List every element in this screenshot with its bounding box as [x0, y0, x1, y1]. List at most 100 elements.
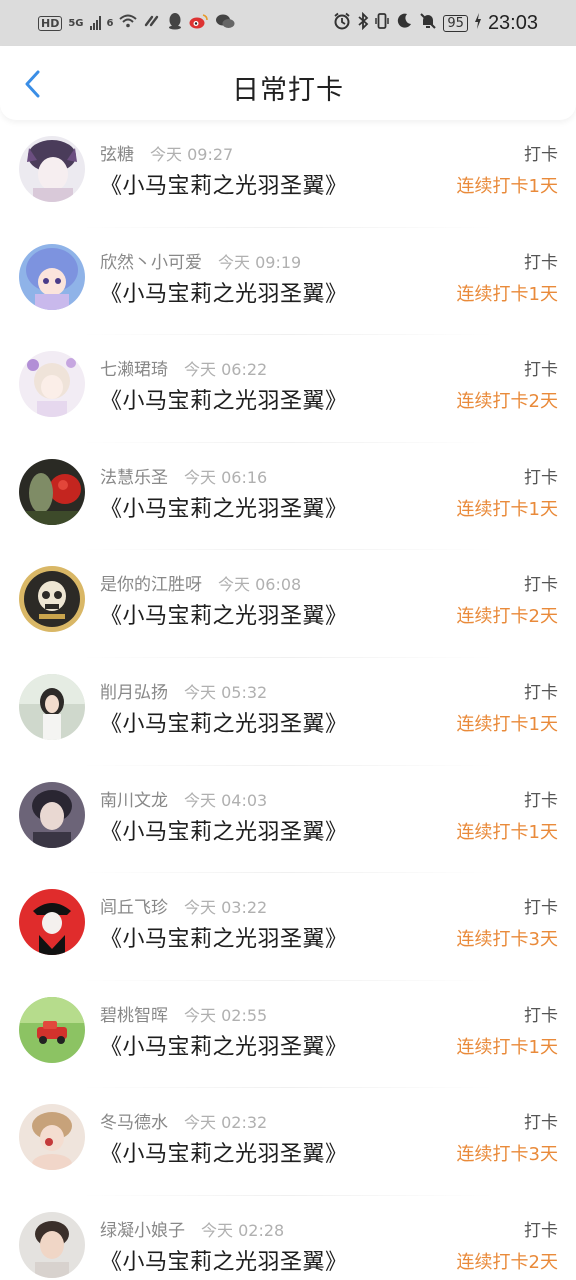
user-name[interactable]: 七濑珺琦	[100, 355, 168, 380]
list-item[interactable]: 弦糖 今天 09:27 《小马宝莉之光羽圣翼》 打卡 连续打卡1天	[0, 120, 576, 228]
list-item[interactable]: 南川文龙 今天 04:03 《小马宝莉之光羽圣翼》 打卡 连续打卡1天	[0, 766, 576, 874]
book-title[interactable]: 《小马宝莉之光羽圣翼》	[100, 276, 348, 308]
user-name[interactable]: 弦糖	[100, 140, 134, 165]
avatar[interactable]	[19, 889, 85, 956]
user-name[interactable]: 闾丘飞珍	[100, 893, 168, 918]
avatar[interactable]	[19, 458, 85, 525]
user-name[interactable]: 冬马德水	[100, 1108, 168, 1133]
status-bar-right: 95 23:03	[333, 12, 538, 35]
page-header: 日常打卡	[0, 46, 576, 120]
list-item[interactable]: 是你的江胜呀 今天 06:08 《小马宝莉之光羽圣翼》 打卡 连续打卡2天	[0, 550, 576, 658]
checkin-time: 今天 02:28	[201, 1220, 285, 1240]
user-name[interactable]: 削月弘扬	[100, 678, 168, 703]
status-bar: HD 5G 6 95 23:03	[0, 0, 576, 46]
book-title[interactable]: 《小马宝莉之光羽圣翼》	[100, 1029, 348, 1061]
user-name[interactable]: 绿凝小娘子	[100, 1216, 185, 1241]
user-name[interactable]: 南川文龙	[100, 786, 168, 811]
wifi-band-label: 6	[106, 17, 114, 29]
page-title: 日常打卡	[232, 75, 344, 106]
avatar[interactable]	[19, 136, 85, 202]
avatar[interactable]	[19, 673, 85, 740]
checkin-time: 今天 04:03	[184, 790, 268, 810]
checkin-list: 弦糖 今天 09:27 《小马宝莉之光羽圣翼》 打卡 连续打卡1天 欣然丶小可爱今…	[0, 120, 576, 1280]
list-item[interactable]: 七濑珺琦 今天 06:22 《小马宝莉之光羽圣翼》 打卡 连续打卡2天	[0, 335, 576, 443]
list-item[interactable]: 闾丘飞珍 今天 03:22 《小马宝莉之光羽圣翼》 打卡 连续打卡3天	[0, 873, 576, 981]
streak-label: 连续打卡1天	[456, 1036, 558, 1058]
qq-icon	[167, 12, 183, 34]
book-title[interactable]: 《小马宝莉之光羽圣翼》	[100, 491, 348, 523]
checkin-action: 打卡	[524, 1220, 558, 1241]
alarm-icon	[333, 12, 351, 34]
status-bar-left: HD 5G 6	[38, 12, 235, 34]
checkin-time: 今天 06:16	[184, 467, 268, 487]
streak-label: 连续打卡1天	[456, 821, 558, 843]
streak-label: 连续打卡1天	[456, 176, 558, 197]
book-title[interactable]: 《小马宝莉之光羽圣翼》	[100, 814, 348, 846]
streak-label: 连续打卡3天	[456, 1144, 558, 1166]
mute-bell-icon	[419, 12, 437, 34]
streak-label: 连续打卡1天	[456, 283, 558, 305]
list-item[interactable]: 绿凝小娘子 今天 02:28 《小马宝莉之光羽圣翼》 打卡 连续打卡2天	[0, 1196, 576, 1280]
avatar[interactable]	[19, 351, 85, 418]
vibrate-icon	[375, 12, 390, 34]
user-name[interactable]: 欣然丶小可爱	[100, 248, 202, 273]
checkin-action: 打卡	[524, 252, 558, 273]
checkin-time: 今天 06:22	[184, 360, 268, 380]
hd-badge: HD	[38, 15, 63, 31]
checkin-time: 今天 05:32	[184, 682, 268, 702]
streak-label: 连续打卡2天	[456, 391, 558, 413]
checkin-action: 打卡	[524, 898, 558, 919]
wechat-icon	[215, 13, 235, 33]
streak-label: 连续打卡1天	[456, 498, 558, 520]
battery-level: 95	[443, 14, 468, 32]
checkin-time: 今天 09:19	[218, 252, 302, 272]
list-item[interactable]: 碧桃智晖 今天 02:55 《小马宝莉之光羽圣翼》 打卡 连续打卡1天	[0, 981, 576, 1089]
list-item[interactable]: 欣然丶小可爱 今天 09:19 《小马宝莉之光羽圣翼》 打卡 连续打卡1天	[0, 228, 576, 336]
checkin-action: 打卡	[524, 360, 558, 381]
book-title[interactable]: 《小马宝莉之光羽圣翼》	[100, 383, 348, 415]
streak-label: 连续打卡2天	[456, 606, 558, 628]
bluetooth-icon	[357, 11, 369, 34]
book-title[interactable]: 《小马宝莉之光羽圣翼》	[100, 598, 348, 630]
charging-icon	[474, 13, 482, 33]
book-title[interactable]: 《小马宝莉之光羽圣翼》	[100, 921, 348, 953]
list-item[interactable]: 冬马德水 今天 02:32 《小马宝莉之光羽圣翼》 打卡 连续打卡3天	[0, 1088, 576, 1196]
checkin-time: 今天 09:27	[150, 145, 234, 164]
list-item[interactable]: 法慧乐圣 今天 06:16 《小马宝莉之光羽圣翼》 打卡 连续打卡1天	[0, 443, 576, 551]
checkin-time: 今天 06:08	[218, 575, 302, 595]
avatar[interactable]	[19, 996, 85, 1063]
avatar[interactable]	[19, 781, 85, 848]
avatar[interactable]	[19, 1104, 85, 1171]
avatar[interactable]	[19, 1211, 85, 1278]
streak-label: 连续打卡2天	[456, 1251, 558, 1273]
book-title[interactable]: 《小马宝莉之光羽圣翼》	[100, 1136, 348, 1168]
avatar[interactable]	[19, 566, 85, 633]
checkin-time: 今天 02:32	[184, 1113, 268, 1133]
streak-label: 连续打卡1天	[456, 713, 558, 735]
avatar[interactable]	[19, 243, 85, 310]
checkin-time: 今天 02:55	[184, 1005, 268, 1025]
network-type-label: 5G	[68, 17, 84, 29]
checkin-action: 打卡	[524, 467, 558, 488]
weibo-icon	[189, 13, 209, 33]
streak-label: 连续打卡3天	[456, 929, 558, 951]
user-name[interactable]: 法慧乐圣	[100, 463, 168, 488]
book-title[interactable]: 《小马宝莉之光羽圣翼》	[100, 1244, 348, 1276]
checkin-time: 今天 03:22	[184, 898, 268, 918]
checkin-action: 打卡	[524, 790, 558, 811]
user-name[interactable]: 碧桃智晖	[100, 1001, 168, 1026]
checkin-action: 打卡	[524, 145, 558, 165]
user-name[interactable]: 是你的江胜呀	[100, 570, 202, 595]
checkin-action: 打卡	[524, 682, 558, 703]
checkin-action: 打卡	[524, 575, 558, 596]
checkin-action: 打卡	[524, 1113, 558, 1134]
book-title[interactable]: 《小马宝莉之光羽圣翼》	[100, 706, 348, 738]
cell-signal-icon	[89, 16, 101, 30]
moon-icon	[395, 12, 413, 34]
book-title[interactable]: 《小马宝莉之光羽圣翼》	[100, 168, 348, 200]
link-icon	[143, 13, 161, 33]
clock: 23:03	[487, 11, 538, 34]
wifi-icon	[119, 14, 138, 32]
list-item[interactable]: 削月弘扬 今天 05:32 《小马宝莉之光羽圣翼》 打卡 连续打卡1天	[0, 658, 576, 766]
checkin-action: 打卡	[524, 1005, 558, 1026]
